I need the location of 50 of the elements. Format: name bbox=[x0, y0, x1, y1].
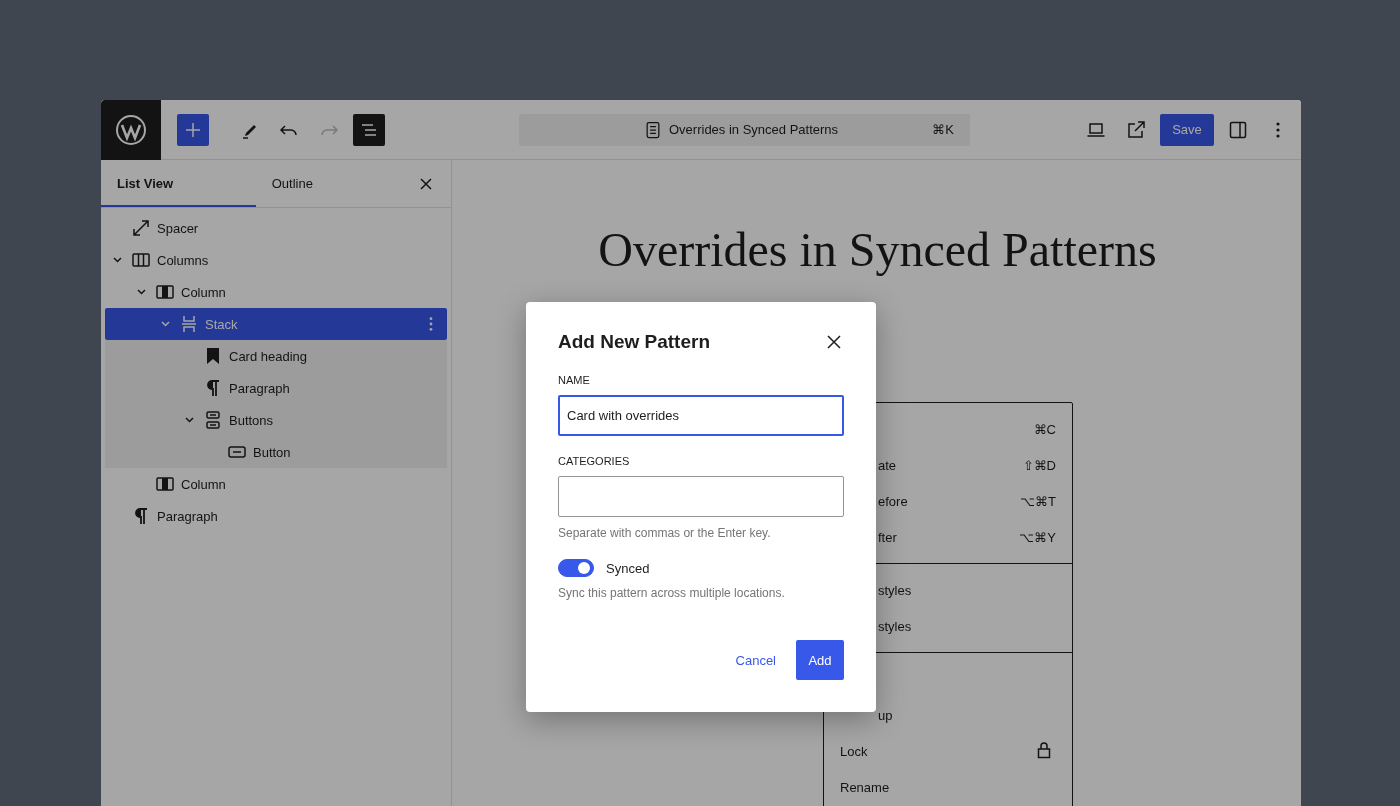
more-vertical-icon bbox=[1276, 121, 1280, 138]
more-vertical-icon bbox=[429, 317, 433, 331]
chevron-down-icon bbox=[112, 257, 122, 263]
block-label: Buttons bbox=[229, 412, 274, 428]
block-label: Card heading bbox=[229, 348, 308, 364]
tree-item[interactable]: Stack bbox=[105, 308, 447, 340]
page-heading: Overrides in Synced Patterns bbox=[597, 222, 1158, 277]
field-label: NAME bbox=[558, 374, 591, 386]
help-text: Sync this pattern across multiple locations. bbox=[558, 586, 786, 600]
tree-item[interactable]: Button bbox=[105, 436, 447, 468]
help-text: Separate with commas or the Enter key. bbox=[558, 526, 772, 540]
input-field[interactable] bbox=[558, 476, 844, 517]
field-label: CATEGORIES bbox=[558, 455, 631, 467]
block-label: Column bbox=[181, 284, 226, 300]
menu-item[interactable]: up bbox=[824, 697, 1072, 733]
add-block-button[interactable] bbox=[177, 113, 209, 146]
logo-icon[interactable] bbox=[115, 113, 147, 146]
tree-item[interactable]: Spacer bbox=[105, 212, 447, 244]
list-view-button[interactable] bbox=[353, 113, 385, 146]
tree-item[interactable]: Column bbox=[105, 276, 447, 308]
shortcut-hint: ⌘K bbox=[932, 122, 954, 137]
toggle-switch[interactable] bbox=[558, 559, 594, 577]
chevron-down-icon bbox=[160, 321, 170, 327]
block-label: Spacer bbox=[157, 220, 199, 236]
input-field[interactable]: Card with overrides bbox=[558, 395, 844, 436]
menu-item[interactable]: Lock bbox=[824, 733, 1072, 769]
tree-item[interactable]: Paragraph bbox=[105, 372, 447, 404]
chevron-down-icon bbox=[136, 289, 146, 295]
add-button[interactable]: Add bbox=[796, 640, 844, 680]
command-bar[interactable]: Overrides in Synced Patterns ⌘K bbox=[519, 113, 970, 146]
cancel-button[interactable]: Cancel bbox=[723, 640, 788, 680]
save-button[interactable]: Save bbox=[1160, 113, 1214, 146]
document-title: Overrides in Synced Patterns bbox=[669, 122, 839, 137]
dialog-title: Add New Pattern bbox=[558, 331, 711, 353]
block-label: Column bbox=[181, 476, 226, 492]
block-label: Button bbox=[253, 444, 291, 460]
tree-item[interactable]: Column bbox=[105, 468, 447, 500]
tree-item[interactable]: Columns bbox=[105, 244, 447, 276]
toggle-label: Synced bbox=[606, 560, 650, 576]
chevron-down-icon bbox=[184, 417, 194, 423]
block-label: Columns bbox=[157, 252, 209, 268]
panel-tab[interactable]: Outline bbox=[255, 160, 411, 207]
block-label: Paragraph bbox=[157, 508, 218, 524]
block-label: Paragraph bbox=[229, 380, 290, 396]
block-label: Stack bbox=[205, 316, 238, 332]
menu-item[interactable]: Rename bbox=[824, 769, 1072, 805]
tree-item[interactable]: Card heading bbox=[105, 340, 447, 372]
tree-item[interactable]: Buttons bbox=[105, 404, 447, 436]
tree-item[interactable]: Paragraph bbox=[105, 500, 447, 532]
panel-tab[interactable]: List View bbox=[101, 160, 256, 207]
